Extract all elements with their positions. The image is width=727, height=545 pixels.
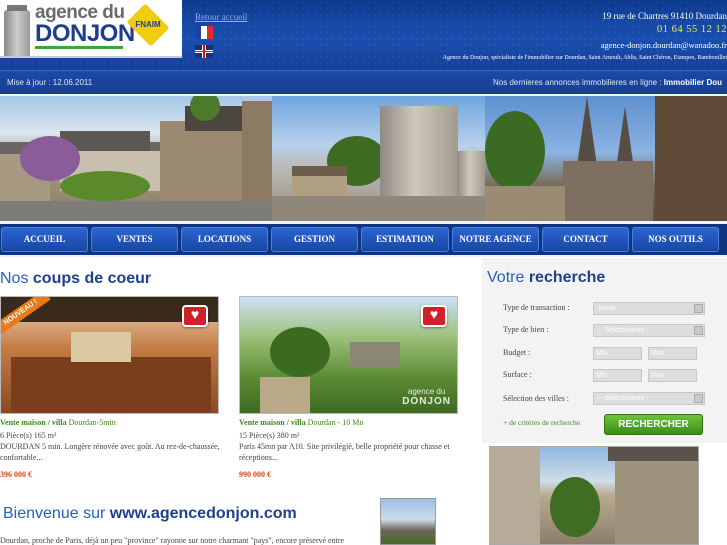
property-1-place: Dourdan-5min	[68, 418, 116, 427]
french-flag-icon[interactable]	[195, 26, 213, 39]
budget-label: Budget :	[503, 348, 531, 357]
welcome-heading-light: Bienvenue sur	[3, 505, 106, 522]
transaction-select[interactable]: Vente	[593, 302, 705, 315]
welcome-heading-bold: www.agencedonjon.com	[109, 505, 297, 522]
favorite-heart-icon[interactable]: ♥	[421, 305, 447, 327]
property-photo-2[interactable]: ♥ agence du DONJON	[239, 296, 458, 414]
property-2-description: 15 Pièce(s) 380 m² Paris 45mn par A10. S…	[239, 430, 459, 463]
search-heading-bold: recherche	[528, 269, 606, 286]
transaction-label: Type de transaction :	[503, 303, 570, 312]
nav-accueil[interactable]: ACCUEIL	[1, 227, 88, 252]
villes-label: Sélection des villes :	[503, 394, 569, 403]
property-1-type: Vente maison / villa	[0, 418, 67, 427]
agency-address: 19 rue de Chartres 91410 Dourdan	[602, 11, 727, 21]
watermark-line1: agence du	[407, 387, 446, 396]
page: agence du DONJON FNAIM Retour accueil 19…	[0, 0, 727, 545]
property-2-price: 990 000 €	[239, 470, 271, 479]
update-bar: Mise à jour : 12.06.2011 Nos dernieres a…	[0, 70, 727, 94]
fnaim-label: FNAIM	[135, 20, 161, 29]
nav-contact[interactable]: CONTACT	[542, 227, 629, 252]
agency-watermark: agence du DONJON	[402, 387, 451, 407]
village-street-photo-2	[489, 446, 699, 545]
agency-tagline: Agence du Donjon, spécialiste de l'immob…	[442, 55, 727, 61]
church-photo	[485, 96, 727, 221]
property-1-description: 6 Pièce(s) 165 m² DOURDAN 5 min. Longère…	[0, 430, 220, 463]
bien-select[interactable]: -- Sélectionnez --	[593, 324, 705, 337]
property-1-title[interactable]: Vente maison / villa Dourdan-5min	[0, 418, 116, 427]
heading-bold: coups de coeur	[32, 270, 152, 287]
tower-logo-icon	[4, 5, 30, 56]
nav-ventes[interactable]: VENTES	[91, 227, 178, 252]
village-street-photo	[0, 96, 272, 221]
church-thumbnail	[380, 498, 436, 545]
property-2-details: 15 Pièce(s) 380 m²	[239, 431, 300, 440]
villes-value: -- Sélectionnez --	[598, 395, 652, 402]
main-navigation: ACCUEIL VENTES LOCATIONS GESTION ESTIMAT…	[0, 224, 727, 255]
nav-estimation[interactable]: ESTIMATION	[361, 227, 449, 252]
agency-phone: 01 64 55 12 12	[657, 24, 727, 35]
last-update: Mise à jour : 12.06.2011	[7, 78, 93, 87]
property-2-type: Vente maison / villa	[239, 418, 306, 427]
search-button[interactable]: RECHERCHER	[604, 414, 703, 435]
agency-logo[interactable]: agence du DONJON FNAIM	[0, 0, 182, 58]
search-heading: Votre recherche	[487, 269, 605, 287]
english-flag-icon[interactable]	[195, 45, 213, 58]
property-2-title[interactable]: Vente maison / villa Dourdan - 10 Mn	[239, 418, 363, 427]
property-2-text: Paris 45mn par A10. Site privilégié, bel…	[239, 442, 450, 462]
favorite-heart-icon[interactable]: ♥	[182, 305, 208, 327]
nav-locations[interactable]: LOCATIONS	[181, 227, 268, 252]
agency-email[interactable]: agence-donjon.dourdan@wanadoo.fr	[601, 40, 727, 50]
property-1-text: DOURDAN 5 min. Longère rénovée avec goût…	[0, 442, 220, 462]
surface-min-input[interactable]: Min	[593, 369, 642, 382]
chevron-down-icon	[694, 326, 703, 335]
heading-light: Nos	[0, 270, 29, 287]
nav-notre-agence[interactable]: NOTRE AGENCE	[452, 227, 539, 252]
villes-select[interactable]: -- Sélectionnez --	[593, 392, 705, 405]
coups-de-coeur-heading: Nos coups de coeur	[0, 270, 151, 288]
nav-nos-outils[interactable]: NOS OUTILS	[632, 227, 719, 252]
property-2-place: Dourdan - 10 Mn	[307, 418, 364, 427]
property-photo-1[interactable]: NOUVEAU ! ♥	[0, 296, 219, 414]
transaction-value: Vente	[598, 305, 616, 312]
surface-label: Surface :	[503, 370, 532, 379]
budget-min-input[interactable]: Min	[593, 347, 642, 360]
latest-listings-ticker[interactable]: Nos dernieres annonces immobilieres en l…	[493, 78, 722, 87]
search-heading-light: Votre	[487, 269, 525, 286]
nav-gestion[interactable]: GESTION	[271, 227, 358, 252]
bien-value: -- Sélectionnez --	[598, 327, 652, 334]
more-criteria-link[interactable]: + de critères de recherche	[503, 418, 580, 427]
donjon-tower-photo	[272, 96, 485, 221]
photo-banner	[0, 96, 727, 221]
latest-listings-link[interactable]: Immobilier Dou	[664, 78, 722, 87]
retour-accueil-link[interactable]: Retour accueil	[195, 12, 247, 22]
budget-max-input[interactable]: Max	[648, 347, 697, 360]
bien-label: Type de bien :	[503, 325, 549, 334]
property-1-price: 396 000 €	[0, 470, 32, 479]
watermark-line2: DONJON	[402, 396, 451, 407]
chevron-down-icon	[694, 304, 703, 313]
welcome-heading: Bienvenue sur www.agencedonjon.com	[3, 505, 297, 523]
logo-line2: DONJON	[35, 20, 135, 47]
surface-max-input[interactable]: Max	[648, 369, 697, 382]
logo-underline	[35, 46, 123, 49]
chevron-down-icon	[694, 394, 703, 403]
welcome-text: Dourdan, proche de Paris, déjà un peu "p…	[0, 536, 345, 545]
property-1-details: 6 Pièce(s) 165 m²	[0, 431, 57, 440]
latest-listings-label: Nos dernieres annonces immobilieres en l…	[493, 78, 662, 87]
